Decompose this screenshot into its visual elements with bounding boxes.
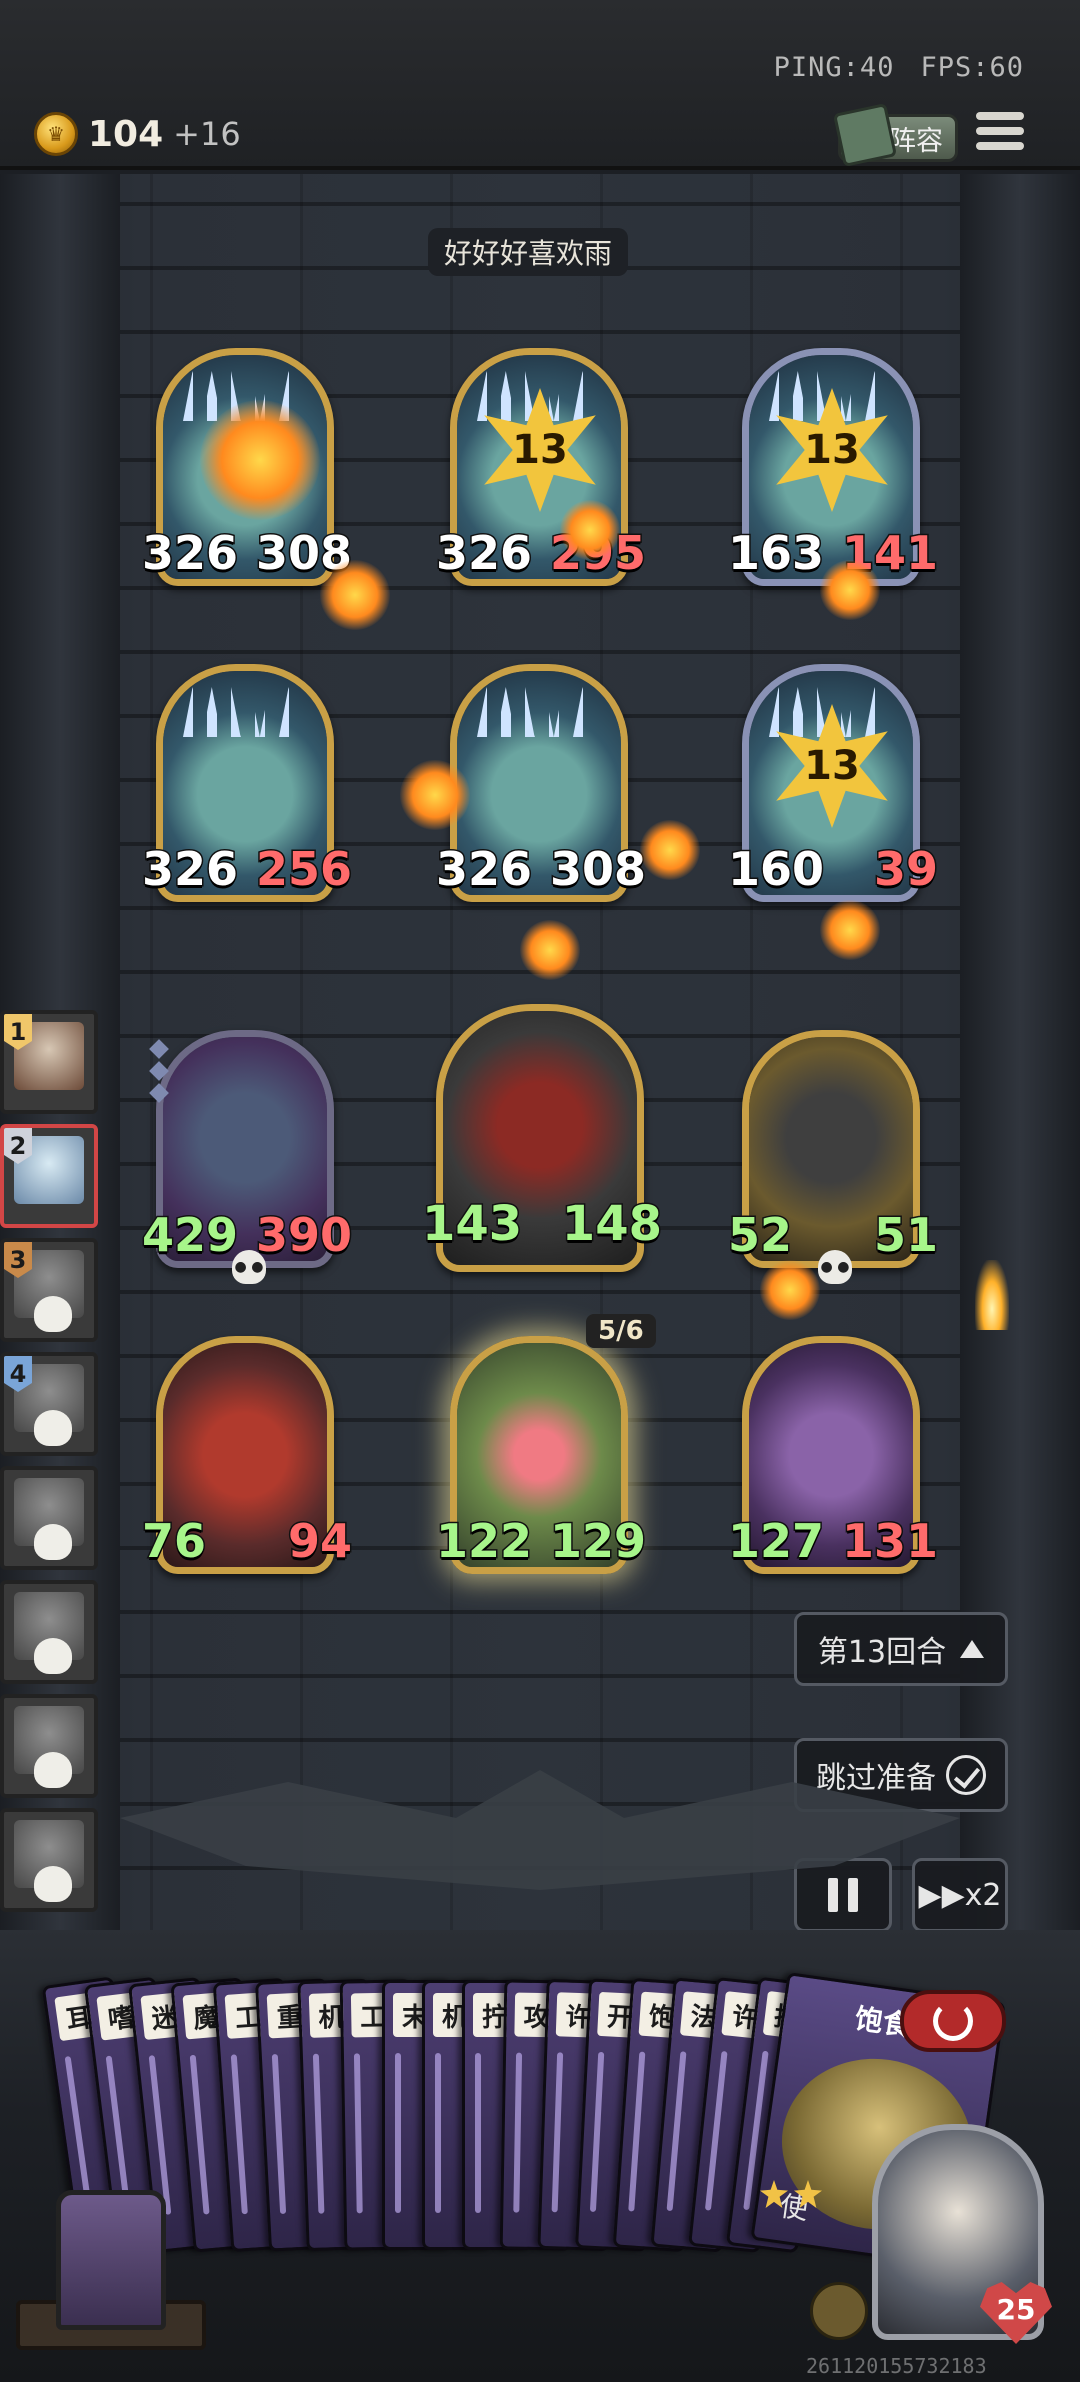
player-slot-2[interactable]: 2 xyxy=(0,1124,98,1228)
skull-icon: ● ● xyxy=(818,1250,852,1284)
round-label: 第13回合 xyxy=(817,1635,947,1670)
unit-health: 131 xyxy=(840,1513,939,1570)
enemy-unit-3[interactable]: 13 163 141 xyxy=(726,348,940,586)
my-unit-4[interactable]: 76 94 xyxy=(140,1336,354,1574)
my-unit-6[interactable]: 127 131 xyxy=(726,1336,940,1574)
tier-diamonds-icon xyxy=(149,1039,172,1108)
fast-forward-icon: ▶▶ xyxy=(918,1877,965,1913)
player-slot-5[interactable] xyxy=(0,1466,98,1570)
top-bar: PING:40 FPS:60 ♛ 104 +16 阵容 xyxy=(0,0,1080,170)
unit-health: 94 xyxy=(286,1513,353,1570)
unit-attack: 429 xyxy=(140,1207,239,1264)
network-status: PING:40 FPS:60 xyxy=(774,52,1024,83)
unit-health: 129 xyxy=(548,1513,647,1570)
check-icon xyxy=(946,1755,986,1795)
unit-health: 51 xyxy=(872,1207,939,1264)
shield-icon[interactable] xyxy=(810,2282,868,2340)
hero-health: 25 xyxy=(996,2292,1036,2326)
watermark: 261120155732183 xyxy=(806,2354,987,2378)
lineup-book-icon xyxy=(832,102,898,168)
enemy-unit-5[interactable]: 326 308 xyxy=(434,664,648,902)
skull-icon: ● ● xyxy=(232,1250,266,1284)
gold-amount: 104 xyxy=(88,113,164,155)
gold-increment: +16 xyxy=(173,115,241,153)
unit-attack: 326 xyxy=(434,525,533,582)
player-slot-3[interactable]: 3 xyxy=(0,1238,98,1342)
speed-label: x2 xyxy=(964,1877,1002,1913)
unit-health: 390 xyxy=(254,1207,353,1264)
unit-health: 148 xyxy=(560,1195,663,1254)
unit-attack: 122 xyxy=(434,1513,533,1570)
my-unit-2[interactable]: 143 148 xyxy=(420,1004,664,1272)
unit-attack: 160 xyxy=(726,841,825,898)
menu-icon[interactable] xyxy=(976,112,1024,158)
lineup-label: 阵容 xyxy=(889,125,943,157)
my-unit-5[interactable]: 5/6 122 129 xyxy=(434,1314,656,1574)
treasure-chest[interactable] xyxy=(16,2150,206,2350)
speed-button[interactable]: ▶▶ x2 xyxy=(912,1858,1008,1932)
power-button[interactable] xyxy=(900,1990,1006,2052)
torch-icon xyxy=(975,1260,1009,1330)
unit-attack: 76 xyxy=(140,1513,207,1570)
unit-attack: 52 xyxy=(726,1207,793,1264)
fps-readout: FPS:60 xyxy=(920,52,1024,83)
coin-icon: ♛ xyxy=(34,112,78,156)
player-slot-6[interactable] xyxy=(0,1580,98,1684)
charge-counter: 5/6 xyxy=(586,1314,656,1348)
skull-icon xyxy=(34,1524,72,1560)
hero-stars xyxy=(760,2180,822,2208)
unit-attack: 127 xyxy=(726,1513,825,1570)
player-slot-1[interactable]: 1 xyxy=(0,1010,98,1114)
my-unit-3[interactable]: 52 51 ● ● xyxy=(726,1030,940,1284)
skip-prep-label: 跳过准备 xyxy=(816,1761,936,1796)
unit-attack: 326 xyxy=(140,525,239,582)
skull-icon xyxy=(34,1866,72,1902)
chest-icon xyxy=(56,2190,166,2330)
ping-readout: PING:40 xyxy=(773,52,895,83)
unit-health: 256 xyxy=(254,841,353,898)
round-indicator[interactable]: 第13回合 xyxy=(794,1612,1008,1686)
unit-attack: 143 xyxy=(420,1195,523,1254)
unit-attack: 163 xyxy=(726,525,825,582)
unit-attack: 326 xyxy=(140,841,239,898)
unit-attack: 326 xyxy=(434,841,533,898)
gold-counter: ♛ 104 +16 xyxy=(34,112,241,156)
my-unit-1[interactable]: 429 390 ● ● xyxy=(140,1030,354,1284)
player-list: 1 2 3 4 xyxy=(0,1010,106,1922)
star-icon xyxy=(760,2180,788,2208)
enemy-unit-4[interactable]: 326 256 xyxy=(140,664,354,902)
opponent-name: 好好好喜欢雨 xyxy=(428,228,629,276)
star-icon xyxy=(794,2180,822,2208)
triangle-up-icon xyxy=(960,1640,985,1658)
skull-icon xyxy=(34,1752,72,1788)
enemy-unit-6[interactable]: 13 160 39 xyxy=(726,664,940,902)
skull-icon xyxy=(34,1638,72,1674)
player-slot-4[interactable]: 4 xyxy=(0,1352,98,1456)
player-slot-8[interactable] xyxy=(0,1808,98,1912)
skull-icon xyxy=(34,1296,72,1332)
player-slot-7[interactable] xyxy=(0,1694,98,1798)
pause-button[interactable] xyxy=(794,1858,892,1932)
unit-health: 308 xyxy=(548,841,647,898)
pause-icon xyxy=(828,1878,838,1912)
unit-health: 39 xyxy=(872,841,939,898)
skull-icon xyxy=(34,1410,72,1446)
